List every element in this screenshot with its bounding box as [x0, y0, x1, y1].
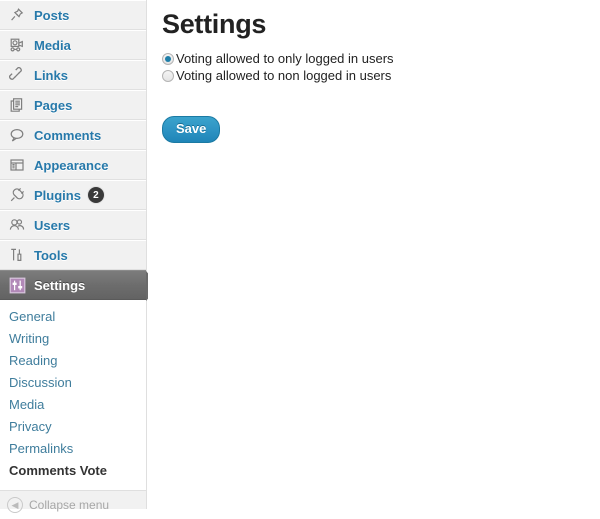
link-icon [7, 65, 27, 85]
collapse-menu-label: Collapse menu [29, 498, 110, 512]
sidebar-item-label: Media [34, 37, 71, 53]
sidebar-item-label: Comments [34, 127, 102, 143]
submenu-item-writing[interactable]: Writing [0, 328, 146, 350]
users-icon [7, 215, 27, 235]
tools-icon [7, 245, 27, 265]
pin-icon [7, 5, 27, 25]
collapse-menu-button[interactable]: ◀ Collapse menu [0, 491, 146, 519]
sidebar-item-label: Plugins [34, 187, 81, 203]
sidebar-item-appearance[interactable]: Appearance [0, 150, 146, 180]
collapse-arrow-icon: ◀ [7, 497, 23, 513]
speech-bubble-icon [7, 125, 27, 145]
radio-logged-in-users[interactable] [162, 52, 174, 65]
submenu-item-reading[interactable]: Reading [0, 350, 146, 372]
main-content: Settings Voting allowed to only logged i… [148, 0, 600, 509]
layout-icon [7, 155, 27, 175]
sidebar-item-label: Users [34, 217, 71, 233]
submenu-item-permalinks[interactable]: Permalinks [0, 438, 146, 460]
submenu-item-general[interactable]: General [0, 306, 146, 328]
camera-icon [7, 35, 27, 55]
plug-icon [7, 185, 27, 205]
save-button-container: Save [162, 116, 600, 143]
option-label: Voting allowed to non logged in users [176, 68, 392, 83]
settings-submenu: General Writing Reading Discussion Media… [0, 300, 146, 491]
sidebar-item-label: Tools [34, 247, 68, 263]
wordpress-admin-screen: Posts Media Links Pages Comments Appeara… [0, 0, 600, 513]
sidebar-item-links[interactable]: Links [0, 60, 146, 90]
sidebar-item-pages[interactable]: Pages [0, 90, 146, 120]
submenu-item-comments-vote[interactable]: Comments Vote [0, 460, 146, 482]
pages-icon [7, 95, 27, 115]
submenu-item-privacy[interactable]: Privacy [0, 416, 146, 438]
option-row-logged-in[interactable]: Voting allowed to only logged in users [162, 50, 600, 67]
sidebar-item-media[interactable]: Media [0, 30, 146, 60]
save-button[interactable]: Save [162, 116, 221, 143]
option-row-non-logged-in[interactable]: Voting allowed to non logged in users [162, 67, 600, 84]
voting-options-group: Voting allowed to only logged in users V… [162, 50, 600, 84]
sidebar-item-settings[interactable]: Settings [0, 270, 159, 301]
submenu-item-media[interactable]: Media [0, 394, 146, 416]
plugins-update-badge: 2 [87, 187, 104, 203]
sidebar-item-label: Pages [34, 97, 73, 113]
sidebar-item-plugins[interactable]: Plugins 2 [0, 180, 146, 210]
sidebar-item-tools[interactable]: Tools [0, 240, 146, 270]
sidebar-item-comments[interactable]: Comments [0, 120, 146, 150]
sidebar-item-users[interactable]: Users [0, 210, 146, 240]
option-label: Voting allowed to only logged in users [176, 51, 394, 66]
sidebar-item-label: Posts [34, 7, 70, 23]
radio-non-logged-in-users[interactable] [162, 69, 174, 82]
sliders-icon [7, 275, 27, 295]
sidebar-item-posts[interactable]: Posts [0, 0, 146, 30]
sidebar-item-label: Appearance [34, 157, 109, 173]
admin-sidebar: Posts Media Links Pages Comments Appeara… [0, 0, 159, 513]
sidebar-item-label: Settings [34, 277, 86, 293]
sidebar-item-label: Links [34, 67, 68, 83]
page-title: Settings [162, 9, 267, 39]
submenu-item-discussion[interactable]: Discussion [0, 372, 146, 394]
